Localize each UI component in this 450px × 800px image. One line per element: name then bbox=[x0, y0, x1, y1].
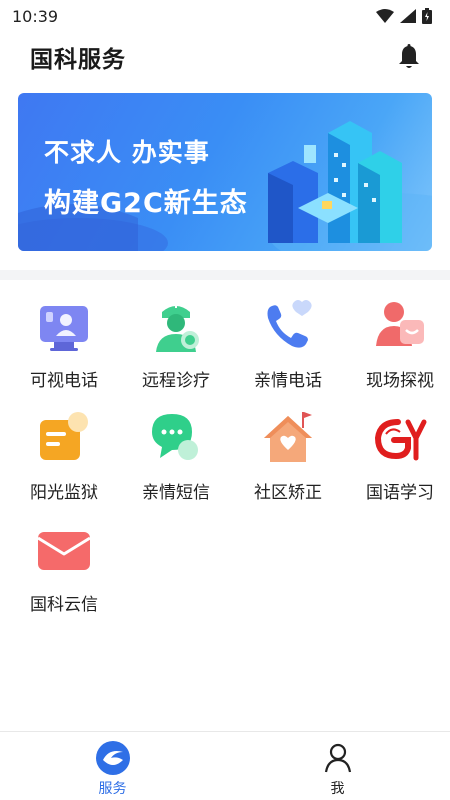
city-illustration bbox=[18, 121, 432, 251]
signal-icon bbox=[400, 9, 416, 23]
service-label: 国语学习 bbox=[366, 483, 434, 503]
service-label: 亲情短信 bbox=[142, 483, 210, 503]
language-learning-icon bbox=[374, 419, 427, 461]
service-mandarin-learning[interactable]: 国语学习 bbox=[344, 396, 450, 506]
heart-phone-icon bbox=[267, 300, 312, 348]
status-icons bbox=[376, 8, 432, 24]
service-label: 可视电话 bbox=[30, 371, 98, 391]
doctor-icon bbox=[156, 302, 199, 352]
battery-icon bbox=[422, 8, 432, 24]
tab-me[interactable]: 我 bbox=[225, 732, 450, 800]
chat-icon bbox=[152, 414, 198, 460]
service-sunshine-prison[interactable]: 阳光监狱 bbox=[8, 396, 120, 506]
service-community-correction[interactable]: 社区矫正 bbox=[232, 396, 344, 506]
user-icon bbox=[324, 743, 351, 773]
status-time: 10:39 bbox=[12, 6, 59, 26]
service-label: 现场探视 bbox=[366, 371, 434, 391]
banner-headline: 不求人 办实事 bbox=[44, 138, 210, 167]
tab-service[interactable]: 服务 bbox=[0, 732, 225, 800]
service-guoke-cloud-mail[interactable]: 国科云信 bbox=[8, 508, 120, 618]
community-icon bbox=[264, 412, 312, 462]
bell-icon[interactable] bbox=[398, 44, 420, 70]
service-family-sms[interactable]: 亲情短信 bbox=[120, 396, 232, 506]
wifi-icon bbox=[376, 9, 394, 23]
service-remote-diagnosis[interactable]: 远程诊疗 bbox=[120, 284, 232, 394]
service-label: 远程诊疗 bbox=[142, 371, 210, 391]
visit-icon bbox=[376, 302, 424, 346]
service-label: 亲情电话 bbox=[254, 371, 322, 391]
service-label: 国科云信 bbox=[30, 595, 98, 615]
video-phone-icon bbox=[40, 306, 88, 351]
status-bar: 10:39 bbox=[0, 0, 450, 32]
banner-subheadline: 构建G2C新生态 bbox=[44, 188, 248, 219]
sunshine-prison-icon bbox=[40, 412, 88, 460]
page-title: 国科服务 bbox=[30, 47, 126, 73]
bottom-tab-bar: 服务 我 bbox=[0, 731, 450, 799]
service-icon bbox=[95, 741, 130, 775]
service-label: 阳光监狱 bbox=[30, 483, 98, 503]
mail-icon bbox=[37, 532, 91, 570]
service-label: 社区矫正 bbox=[254, 483, 322, 503]
service-onsite-visit[interactable]: 现场探视 bbox=[344, 284, 450, 394]
promo-banner[interactable]: 不求人 办实事 构建G2C新生态 bbox=[18, 93, 432, 251]
service-video-phone[interactable]: 可视电话 bbox=[8, 284, 120, 394]
service-family-phone[interactable]: 亲情电话 bbox=[232, 284, 344, 394]
section-divider bbox=[0, 270, 450, 280]
tab-label: 服务 bbox=[98, 781, 127, 797]
tab-label: 我 bbox=[330, 781, 345, 797]
app-header: 国科服务 bbox=[0, 32, 450, 82]
